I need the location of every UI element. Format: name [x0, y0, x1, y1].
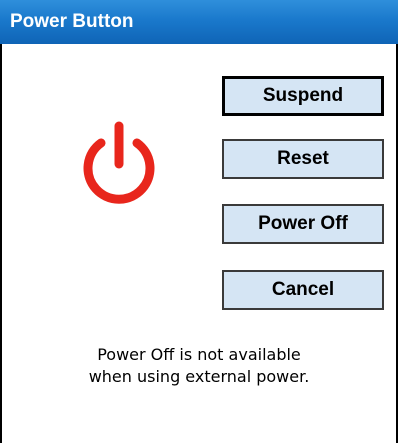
status-message-line-2: when using external power.: [88, 367, 310, 386]
left-border: [0, 44, 2, 443]
suspend-button[interactable]: Suspend: [222, 76, 384, 116]
status-message: Power Off is not available when using ex…: [40, 344, 358, 388]
reset-button[interactable]: Reset: [222, 139, 384, 179]
title-bar: Power Button: [0, 0, 398, 44]
cancel-button[interactable]: Cancel: [222, 270, 384, 310]
power-button-dialog: Power Button Suspend Reset Power Off Can…: [0, 0, 398, 443]
power-off-button[interactable]: Power Off: [222, 204, 384, 244]
window-title: Power Button: [10, 11, 134, 32]
status-message-line-1: Power Off is not available: [97, 345, 301, 364]
power-icon: [83, 121, 155, 204]
